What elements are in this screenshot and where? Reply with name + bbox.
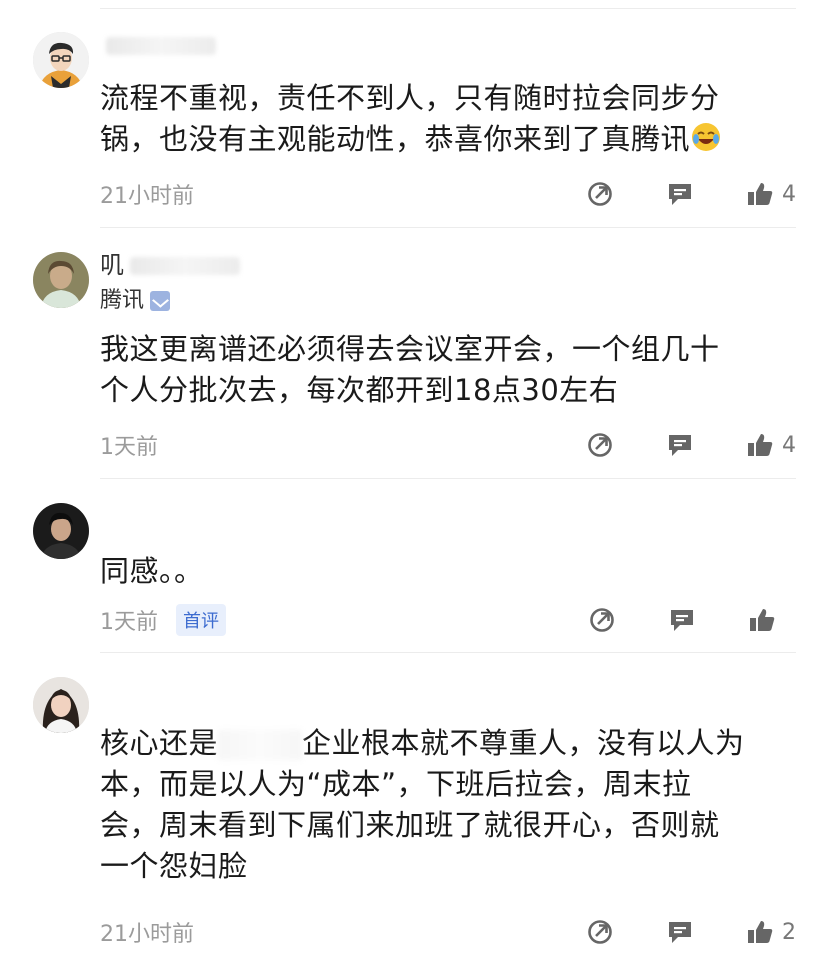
comment-bubble-icon [669,922,691,943]
share-arrow-icon [588,433,612,457]
divider [100,478,796,479]
comment-meta: 21小时前 2 [100,915,796,949]
comment-text: 我这更离谱还必须得去会议室开会，一个组几十 个人分批次去，每次都开到18点30左… [100,332,720,407]
comment-text: 同感。。 [100,554,204,588]
share-button[interactable] [586,918,614,946]
verified-badge-icon [150,291,171,311]
comment-actions [588,606,796,634]
comment-list: 流程不重视，责任不到人，只有随时拉会同步分 锅，也没有主观能动性，恭喜你来到了真… [0,0,828,958]
divider [100,227,796,228]
avatar-man-glasses-icon [33,32,89,88]
comment-actions: 4 [586,431,796,459]
share-arrow-icon [588,920,612,944]
share-arrow-icon [590,608,614,632]
avatar[interactable] [33,252,89,308]
first-comment-tag: 首评 [176,604,226,636]
thumbs-up-icon [750,609,775,631]
comment-text: 核心还是 企业根本就不尊重人，没有以人为 本，而是以人为“成本”，下班后拉会，周末… [100,726,745,883]
avatar-dark-portrait-icon [33,503,89,559]
comment-meta: 1天前 首评 [100,603,796,637]
blurred-name [106,37,216,55]
user-company: 腾讯 [100,287,171,315]
comment-bubble-icon [669,435,691,456]
share-button[interactable] [586,431,614,459]
comment-meta: 1天前 4 [100,428,796,462]
reply-button[interactable] [666,918,694,946]
comment-text: 流程不重视，责任不到人，只有随时拉会同步分 锅，也没有主观能动性，恭喜你来到了真… [100,78,790,164]
avatar[interactable] [33,677,89,733]
laughing-crying-emoji-icon [690,121,722,164]
reply-button[interactable] [668,606,696,634]
username[interactable]: 叽 [100,250,240,280]
like-button[interactable] [748,606,796,634]
avatar[interactable] [33,503,89,559]
comment-actions: 4 [586,180,796,208]
timestamp: 1天前 [100,610,158,635]
reply-button[interactable] [666,431,694,459]
comment-actions: 2 [586,918,796,946]
like-button[interactable]: 2 [746,918,796,946]
comment-bubble-icon [671,610,693,631]
reply-button[interactable] [666,180,694,208]
comment-bubble-icon [669,184,691,205]
like-button[interactable]: 4 [746,180,796,208]
username[interactable] [100,30,216,60]
divider [100,652,796,653]
avatar[interactable] [33,32,89,88]
avatar-portrait-icon [33,252,89,308]
timestamp: 1天前 [100,435,158,460]
timestamp: 21小时前 [100,922,194,947]
like-count: 2 [782,919,796,945]
comment-meta: 21小时前 4 [100,177,796,211]
avatar-woman-portrait-icon [33,677,89,733]
share-button[interactable] [588,606,616,634]
share-arrow-icon [588,182,612,206]
share-button[interactable] [586,180,614,208]
thumbs-up-icon [748,921,773,943]
like-button[interactable]: 4 [746,431,796,459]
blurred-name [130,257,240,275]
blurred-text [218,730,303,760]
like-count: 4 [782,432,796,458]
like-count: 4 [782,181,796,207]
divider [100,8,796,9]
timestamp: 21小时前 [100,184,194,209]
thumbs-up-icon [748,183,773,205]
thumbs-up-icon [748,434,773,456]
